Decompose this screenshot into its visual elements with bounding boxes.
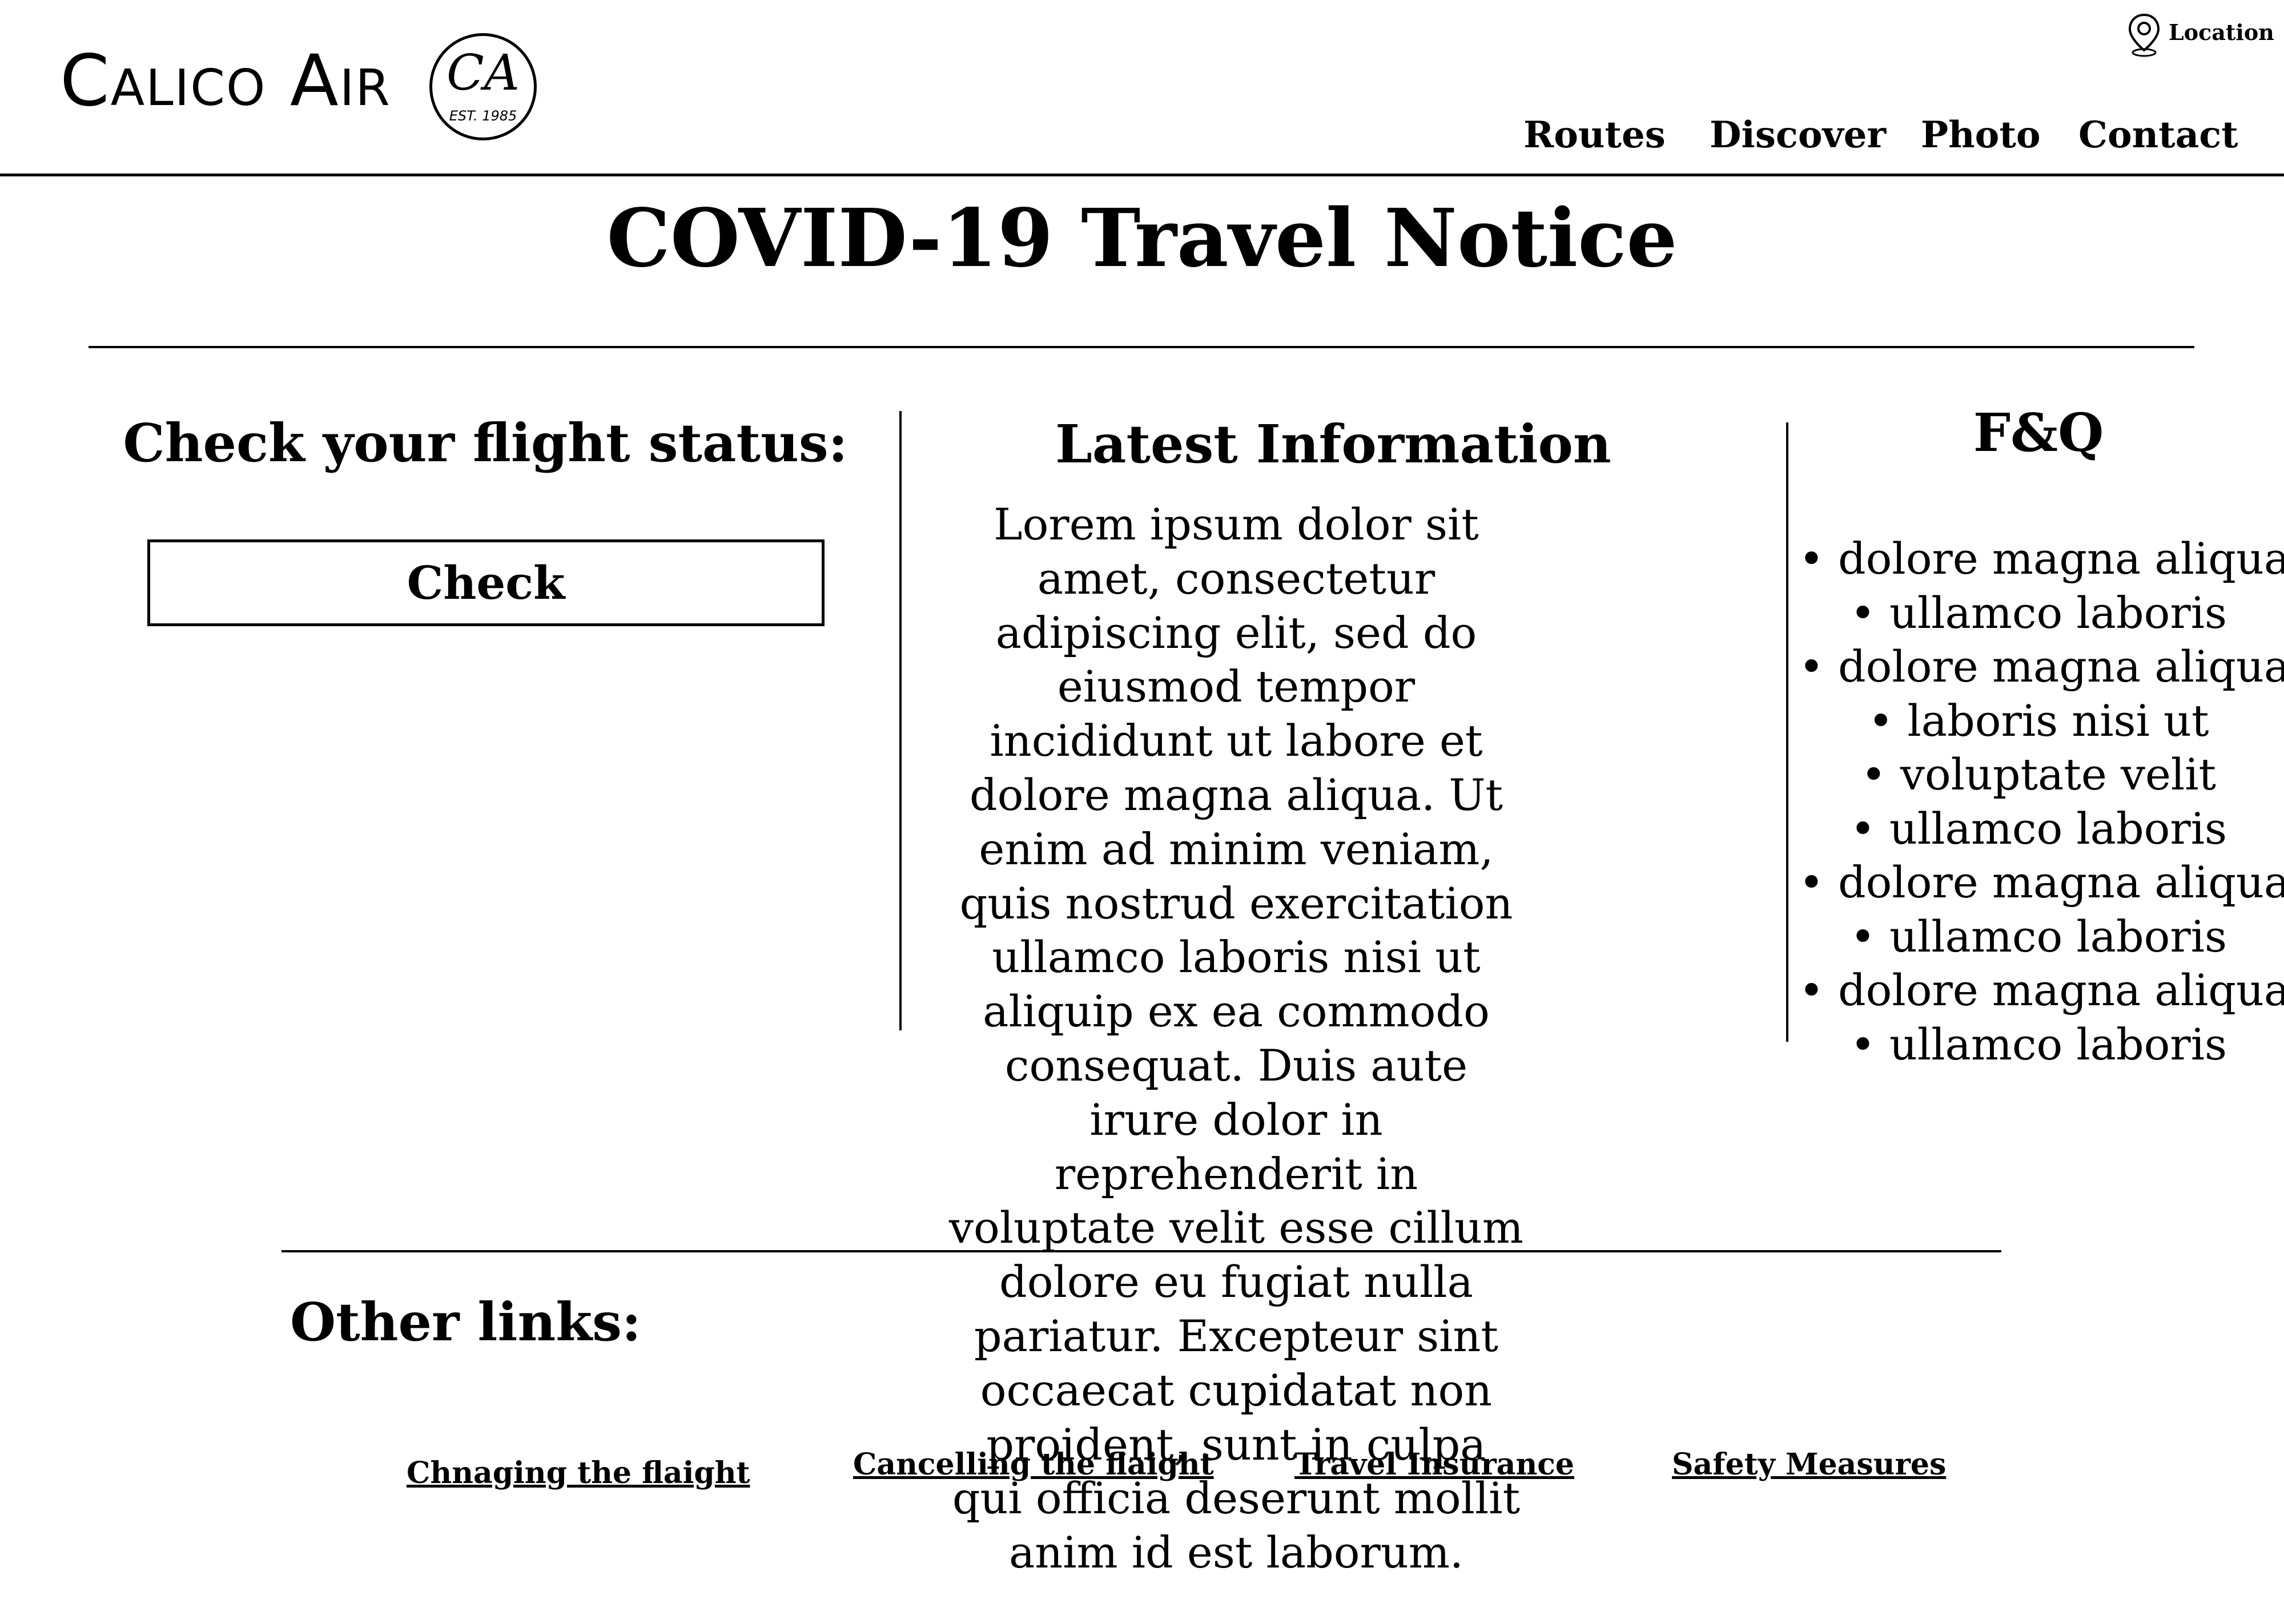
link-cancelling-flight[interactable]: Cancelling the flaight [853, 1450, 1214, 1480]
flight-status-heading: Check your flight status: [123, 412, 848, 474]
faq-item[interactable]: laboris nisi ut [1799, 694, 2278, 748]
location-link[interactable]: Location [2125, 11, 2274, 58]
brand-name[interactable]: Calico Air [60, 46, 391, 116]
faq-item[interactable]: dolore magna aliqua [1799, 856, 2284, 910]
faq-item[interactable]: ullamco laboris [1799, 910, 2278, 964]
other-links-divider [282, 1250, 2001, 1252]
nav-photo[interactable]: Photo [1921, 117, 2041, 154]
logo-est: EST. 1985 [449, 108, 517, 124]
nav-discover[interactable]: Discover [1710, 117, 1886, 154]
location-label: Location [2169, 19, 2274, 45]
logo-emblem[interactable]: CA EST. 1985 [429, 33, 537, 140]
faq-item[interactable]: dolore magna aliqua [1799, 532, 2284, 586]
page-title: COVID-19 Travel Notice [606, 192, 1678, 285]
faq-item[interactable]: ullamco laboris [1799, 586, 2278, 640]
nav-contact[interactable]: Contact [2078, 117, 2238, 154]
column-divider-right [1786, 422, 1788, 1042]
faq-item[interactable]: dolore magna aliqua [1799, 964, 2284, 1018]
latest-info-body: Lorem ipsum dolor sit amet, consectetur … [949, 499, 1523, 1578]
logo-monogram: CA [447, 45, 520, 102]
faq-list: dolore magna aliqua ullamco laboris dolo… [1799, 532, 2284, 1072]
other-links-heading: Other links: [290, 1291, 641, 1353]
faq-item[interactable]: ullamco laboris [1799, 1018, 2278, 1072]
latest-info-heading: Latest Information [1055, 413, 1611, 475]
link-travel-insurance[interactable]: Travel Insurance [1294, 1450, 1574, 1480]
faq-item[interactable]: voluptate velit [1799, 748, 2278, 802]
header-divider [0, 174, 2284, 176]
title-divider [89, 346, 2194, 348]
check-button[interactable]: Check [147, 539, 825, 626]
map-pin-icon [2128, 13, 2160, 57]
link-changing-flight[interactable]: Chnaging the flaight [407, 1458, 750, 1488]
faq-item[interactable]: ullamco laboris [1799, 802, 2278, 856]
faq-item[interactable]: dolore magna aliqua [1799, 640, 2284, 694]
faq-heading: F&Q [1973, 402, 2104, 464]
link-safety-measures[interactable]: Safety Measures [1672, 1450, 1946, 1480]
nav-routes[interactable]: Routes [1523, 117, 1666, 154]
column-divider-left [899, 411, 902, 1030]
